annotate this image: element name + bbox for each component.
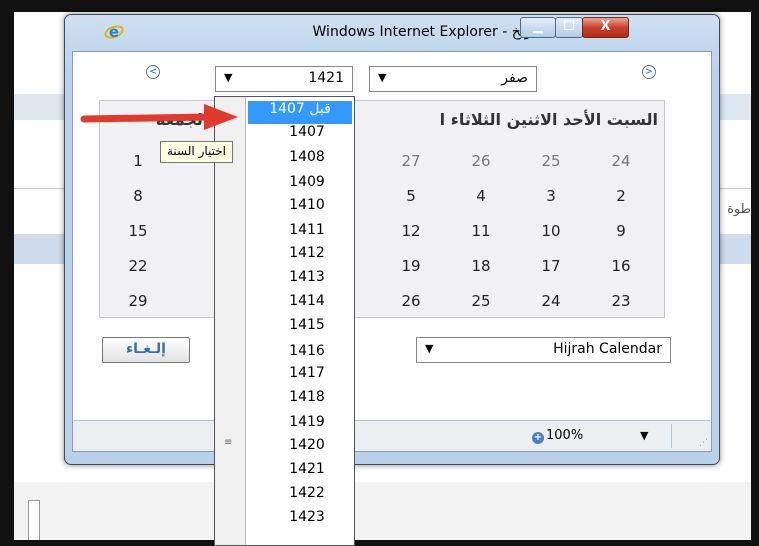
status-divider xyxy=(671,424,672,448)
chevron-down-icon: ▼ xyxy=(224,71,233,84)
year-option[interactable]: 1412 xyxy=(263,245,351,268)
day-cell[interactable]: 24 xyxy=(601,152,641,170)
day-cell[interactable]: 25 xyxy=(531,152,571,170)
ie-popup-window: e انتقاء تاريخ - Windows Internet Explor… xyxy=(64,14,720,465)
maximize-button[interactable]: ☐ xyxy=(555,17,583,38)
year-option[interactable]: 1411 xyxy=(263,222,351,245)
day-cell[interactable]: 8 xyxy=(118,187,158,205)
day-cell[interactable]: 25 xyxy=(461,292,501,310)
year-option-before[interactable]: قبل 1407 xyxy=(248,101,352,124)
chevron-down-icon: ▼ xyxy=(378,71,387,84)
day-cell[interactable]: 9 xyxy=(601,222,641,240)
day-cell[interactable]: 26 xyxy=(461,152,501,170)
year-option[interactable]: 1420 xyxy=(263,437,351,460)
day-cell[interactable]: 16 xyxy=(601,257,641,275)
day-cell[interactable]: 15 xyxy=(118,222,158,240)
days-of-week-right: السبت الأحد الاثنين الثلاثاء ا xyxy=(439,110,658,129)
month-select[interactable]: ▼ صفر xyxy=(369,66,537,92)
red-arrow-annotation xyxy=(80,104,238,130)
year-option[interactable]: 1410 xyxy=(263,197,351,220)
chevron-down-icon[interactable]: ▼ xyxy=(640,429,648,442)
year-dropdown-list[interactable]: ≡ قبل 1407 1407 1408 1409 1410 1411 1412… xyxy=(214,96,355,546)
year-option[interactable]: 1422 xyxy=(263,485,351,508)
day-cell[interactable]: 10 xyxy=(531,222,571,240)
day-cell[interactable]: 2 xyxy=(601,187,641,205)
year-option[interactable]: 1414 xyxy=(263,293,351,316)
year-option[interactable]: 1407 xyxy=(263,124,351,147)
day-cell[interactable]: 22 xyxy=(118,257,158,275)
year-select[interactable]: ▼ 1421 xyxy=(215,66,353,92)
day-cell[interactable]: 29 xyxy=(118,292,158,310)
background-input-edge xyxy=(28,500,40,540)
day-cell[interactable]: 1 xyxy=(118,152,158,170)
year-option[interactable]: 1409 xyxy=(263,174,351,197)
year-option[interactable]: 1423 xyxy=(263,509,351,532)
svg-text:e: e xyxy=(109,23,119,41)
calendar-type-select[interactable]: ▼ Hijrah Calendar xyxy=(416,337,671,363)
year-option[interactable]: 1415 xyxy=(263,317,351,340)
zoom-control[interactable]: +100% xyxy=(532,428,583,444)
scrollbar[interactable]: ≡ xyxy=(215,97,246,545)
day-cell[interactable]: 11 xyxy=(461,222,501,240)
day-cell[interactable]: 4 xyxy=(461,187,501,205)
day-cell[interactable]: 23 xyxy=(601,292,641,310)
day-cell[interactable]: 26 xyxy=(391,292,431,310)
prev-month-icon[interactable]: < xyxy=(146,65,160,79)
title-bar[interactable]: e انتقاء تاريخ - Windows Internet Explor… xyxy=(65,15,719,49)
ie-logo-icon: e xyxy=(104,23,124,41)
year-option[interactable]: 1408 xyxy=(263,149,351,172)
scroll-grip-icon[interactable]: ≡ xyxy=(224,437,232,448)
calendar-grid-right: السبت الأحد الاثنين الثلاثاء ا 27 26 25 … xyxy=(352,100,665,318)
day-cell[interactable]: 19 xyxy=(391,257,431,275)
year-select-tooltip: اختيار السنة xyxy=(160,141,234,163)
resize-grip-icon[interactable]: ⋰ xyxy=(699,438,708,448)
day-cell[interactable]: 12 xyxy=(391,222,431,240)
year-option[interactable]: 1421 xyxy=(263,461,351,484)
cancel-button[interactable]: إلـغـاء xyxy=(102,337,190,363)
next-month-icon[interactable]: > xyxy=(642,65,656,79)
year-select-value: 1421 xyxy=(308,70,344,86)
year-option[interactable]: 1413 xyxy=(263,269,351,292)
background-partial-label: طوة xyxy=(727,202,751,217)
year-option[interactable]: 1418 xyxy=(263,389,351,412)
year-option[interactable]: 1416 xyxy=(263,343,351,366)
close-button[interactable]: X xyxy=(582,17,629,38)
zoom-level: 100% xyxy=(546,428,584,443)
status-bar: +100% ▼ ⋰ xyxy=(72,420,712,452)
year-option[interactable]: 1419 xyxy=(263,414,351,437)
maximize-icon: ☐ xyxy=(563,19,575,34)
background-lower-area xyxy=(14,482,751,540)
day-cell[interactable]: 24 xyxy=(531,292,571,310)
day-cell[interactable]: 27 xyxy=(391,152,431,170)
minimize-button[interactable]: ▁ xyxy=(520,17,556,38)
minimize-icon: ▁ xyxy=(533,19,543,34)
day-cell[interactable]: 17 xyxy=(531,257,571,275)
day-cell[interactable]: 18 xyxy=(461,257,501,275)
close-icon: X xyxy=(600,19,611,34)
month-select-value: صفر xyxy=(501,70,528,86)
year-option[interactable]: 1417 xyxy=(263,365,351,388)
zoom-icon: + xyxy=(532,432,544,444)
chevron-down-icon: ▼ xyxy=(425,342,434,355)
day-cell[interactable]: 5 xyxy=(391,187,431,205)
calendar-type-value: Hijrah Calendar xyxy=(553,341,662,357)
day-cell[interactable]: 3 xyxy=(531,187,571,205)
